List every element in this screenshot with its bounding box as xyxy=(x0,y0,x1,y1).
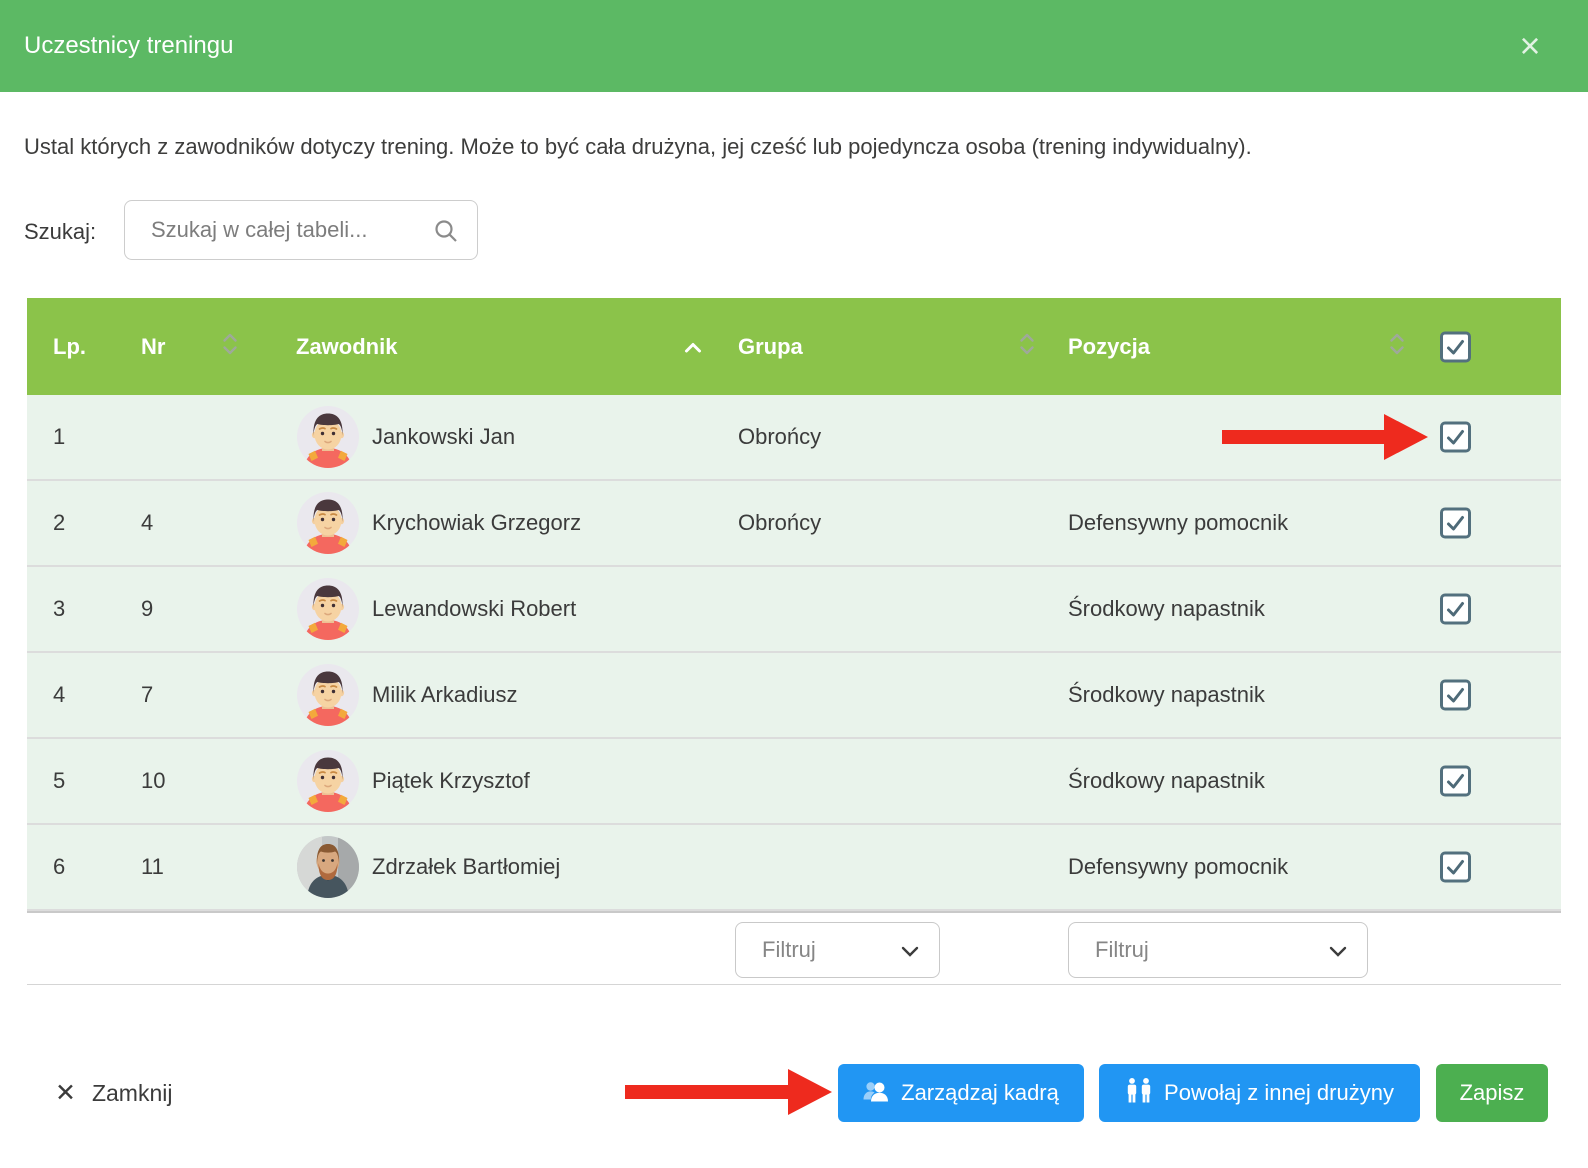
player-avatar xyxy=(296,491,360,555)
table-row: 3 9 Lewandowski Robert Środkowy napastni… xyxy=(27,567,1561,653)
player-avatar xyxy=(296,405,360,469)
player-avatar xyxy=(296,577,360,641)
row-lp: 2 xyxy=(53,510,65,536)
callup-label: Powołaj z innej drużyny xyxy=(1164,1080,1394,1106)
sort-icon-position[interactable] xyxy=(1388,331,1406,363)
row-group: Obrońcy xyxy=(738,510,821,536)
chevron-down-icon xyxy=(1329,937,1347,963)
group-filter-label: Filtruj xyxy=(762,937,816,963)
player-name: Zdrzałek Bartłomiej xyxy=(372,854,560,880)
table-row: 5 10 Piątek Krzysztof Środkowy napastnik xyxy=(27,739,1561,825)
column-header-player[interactable]: Zawodnik xyxy=(296,334,397,360)
position-filter-dropdown[interactable]: Filtruj xyxy=(1068,922,1368,978)
player-avatar xyxy=(296,835,360,899)
modal-description: Ustal których z zawodników dotyczy treni… xyxy=(24,134,1564,160)
column-header-lp[interactable]: Lp. xyxy=(53,334,86,360)
table-row: 1 Jankowski Jan Obrońcy xyxy=(27,395,1561,481)
row-checkbox[interactable] xyxy=(1440,766,1471,797)
table-row: 6 11 Zdrzałek Bartłomiej Defensywny pomo… xyxy=(27,825,1561,911)
close-label: Zamknij xyxy=(92,1080,173,1107)
column-header-nr[interactable]: Nr xyxy=(141,334,165,360)
row-nr: 7 xyxy=(141,682,153,708)
row-position: Defensywny pomocnik xyxy=(1068,854,1288,880)
save-button[interactable]: Zapisz xyxy=(1436,1064,1548,1122)
row-nr: 11 xyxy=(141,854,164,880)
chevron-down-icon xyxy=(901,937,919,963)
close-x-icon: ✕ xyxy=(55,1078,76,1108)
position-filter-label: Filtruj xyxy=(1095,937,1149,963)
callup-other-team-button[interactable]: Powołaj z innej drużyny xyxy=(1099,1064,1420,1122)
row-lp: 6 xyxy=(53,854,65,880)
row-checkbox[interactable] xyxy=(1440,508,1471,539)
player-name: Krychowiak Grzegorz xyxy=(372,510,581,536)
column-header-group[interactable]: Grupa xyxy=(738,334,803,360)
table-row: 4 7 Milik Arkadiusz Środkowy napastnik xyxy=(27,653,1561,739)
red-arrow-to-manage-button xyxy=(625,1069,832,1115)
row-checkbox[interactable] xyxy=(1440,594,1471,625)
row-checkbox[interactable] xyxy=(1440,852,1471,883)
row-nr: 10 xyxy=(141,768,165,794)
player-name: Milik Arkadiusz xyxy=(372,682,517,708)
row-lp: 3 xyxy=(53,596,65,622)
row-lp: 1 xyxy=(53,424,65,450)
row-nr: 4 xyxy=(141,510,153,536)
table-header-row: Lp. Nr Zawodnik Grupa Pozycja xyxy=(27,298,1561,395)
row-lp: 5 xyxy=(53,768,65,794)
player-avatar xyxy=(296,663,360,727)
row-checkbox[interactable] xyxy=(1440,680,1471,711)
close-icon[interactable]: × xyxy=(1510,26,1550,66)
row-group: Obrońcy xyxy=(738,424,821,450)
row-checkbox[interactable] xyxy=(1440,422,1471,453)
column-header-position[interactable]: Pozycja xyxy=(1068,334,1150,360)
participants-table: Lp. Nr Zawodnik Grupa Pozycja 1 xyxy=(27,298,1561,985)
search-box xyxy=(124,200,478,260)
users-icon xyxy=(863,1079,890,1108)
select-all-checkbox[interactable] xyxy=(1440,331,1471,362)
group-filter-dropdown[interactable]: Filtruj xyxy=(735,922,940,978)
search-input[interactable] xyxy=(125,201,477,259)
search-icon xyxy=(433,218,459,249)
row-position: Środkowy napastnik xyxy=(1068,596,1265,622)
table-filter-row: Filtruj Filtruj xyxy=(27,911,1561,985)
sort-icon-nr[interactable] xyxy=(221,331,239,363)
sort-icon-player-asc[interactable] xyxy=(683,334,703,360)
modal-title: Uczestnicy treningu xyxy=(24,0,233,92)
close-modal-button[interactable]: ✕ Zamknij xyxy=(55,1076,172,1110)
save-label: Zapisz xyxy=(1460,1080,1525,1106)
player-name: Lewandowski Robert xyxy=(372,596,576,622)
row-nr: 9 xyxy=(141,596,153,622)
modal-header: Uczestnicy treningu × xyxy=(0,0,1588,92)
row-position: Środkowy napastnik xyxy=(1068,682,1265,708)
two-persons-icon xyxy=(1125,1078,1153,1109)
row-position: Defensywny pomocnik xyxy=(1068,510,1288,536)
sort-icon-group[interactable] xyxy=(1018,331,1036,363)
row-lp: 4 xyxy=(53,682,65,708)
player-name: Piątek Krzysztof xyxy=(372,768,530,794)
player-avatar xyxy=(296,749,360,813)
search-label: Szukaj: xyxy=(24,219,96,245)
manage-squad-label: Zarządzaj kadrą xyxy=(901,1080,1059,1106)
player-name: Jankowski Jan xyxy=(372,424,515,450)
table-body: 1 Jankowski Jan Obrońcy 2 4 xyxy=(27,395,1561,911)
table-row: 2 4 Krychowiak Grzegorz Obrońcy Defensyw… xyxy=(27,481,1561,567)
row-position: Środkowy napastnik xyxy=(1068,768,1265,794)
manage-squad-button[interactable]: Zarządzaj kadrą xyxy=(838,1064,1084,1122)
